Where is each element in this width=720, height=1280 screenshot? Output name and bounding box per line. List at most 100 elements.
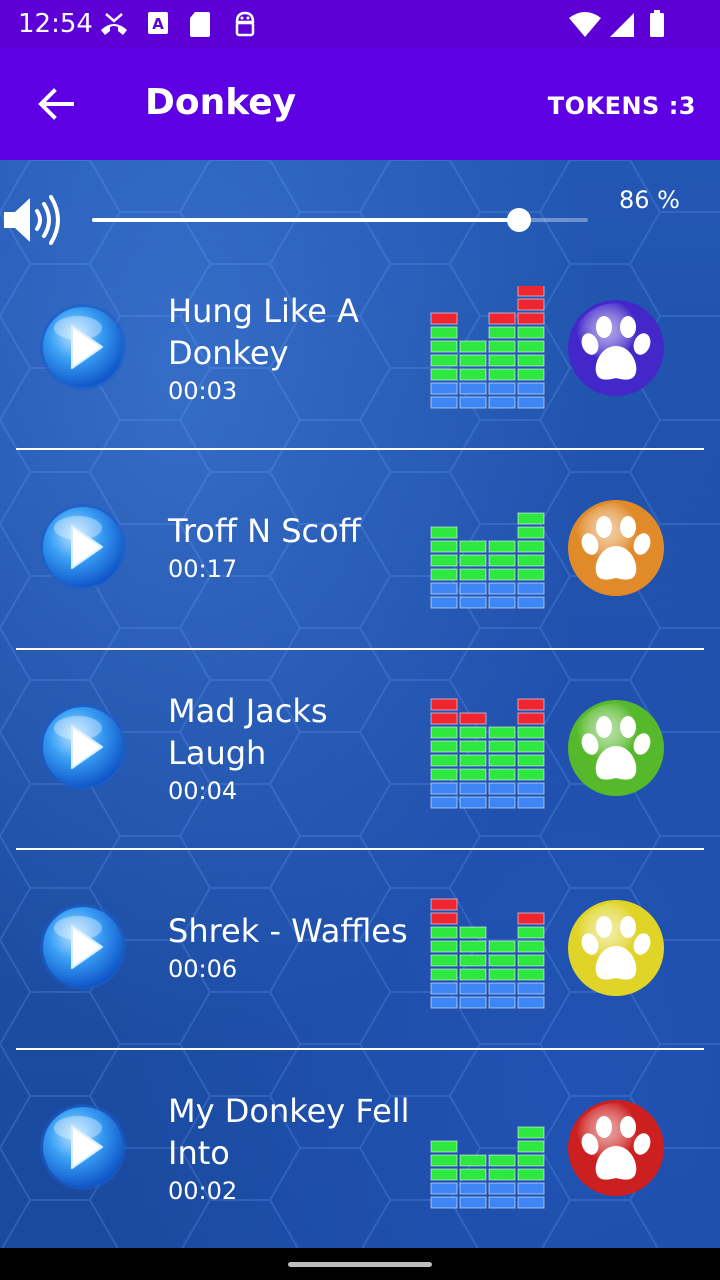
volume-slider-thumb[interactable] <box>506 208 531 232</box>
paw-icon[interactable] <box>566 498 666 598</box>
tokens-counter[interactable]: TOKENS :3 <box>548 92 696 120</box>
paw-icon[interactable] <box>566 698 666 798</box>
equalizer-segment <box>517 1126 545 1139</box>
navigation-bar <box>0 1248 720 1280</box>
equalizer-segment <box>459 754 487 767</box>
equalizer-segment <box>488 940 516 953</box>
equalizer-segment <box>459 740 487 753</box>
equalizer-segment <box>517 540 545 553</box>
equalizer-segment <box>517 1154 545 1167</box>
svg-text:A: A <box>152 15 164 33</box>
home-indicator[interactable] <box>288 1262 432 1267</box>
equalizer-segment <box>488 354 516 367</box>
equalizer-icon <box>430 898 545 1009</box>
equalizer-segment <box>517 912 545 925</box>
status-bar: 12:54 A <box>0 0 720 48</box>
equalizer-segment <box>488 796 516 809</box>
equalizer-segment <box>430 968 458 981</box>
equalizer-segment <box>517 968 545 981</box>
play-icon[interactable] <box>38 1102 128 1192</box>
equalizer-segment <box>488 596 516 609</box>
equalizer-segment <box>517 726 545 739</box>
equalizer-segment <box>459 782 487 795</box>
equalizer-segment <box>517 768 545 781</box>
equalizer-segment <box>517 954 545 967</box>
equalizer-segment <box>488 768 516 781</box>
volume-slider[interactable] <box>92 208 588 232</box>
equalizer-segment <box>459 1196 487 1209</box>
sound-duration: 00:04 <box>168 777 238 805</box>
status-system-icons <box>568 10 668 40</box>
equalizer-segment <box>430 996 458 1009</box>
equalizer-segment <box>430 726 458 739</box>
equalizer-segment <box>488 540 516 553</box>
play-icon[interactable] <box>38 902 128 992</box>
sound-info: Troff N Scoff 00:17 <box>168 510 428 584</box>
sound-duration: 00:03 <box>168 377 238 405</box>
text-a-icon: A <box>148 12 168 34</box>
sd-card-icon <box>190 12 210 37</box>
equalizer-segment <box>488 1182 516 1195</box>
sound-list-item: Hung Like A Donkey 00:03 <box>0 250 720 450</box>
equalizer-segment <box>459 1168 487 1181</box>
play-icon[interactable] <box>38 302 128 392</box>
equalizer-segment <box>517 982 545 995</box>
equalizer-segment <box>430 582 458 595</box>
equalizer-segment <box>517 1182 545 1195</box>
play-icon[interactable] <box>38 702 128 792</box>
equalizer-segment <box>430 554 458 567</box>
paw-icon[interactable] <box>566 1098 666 1198</box>
play-icon[interactable] <box>38 502 128 592</box>
equalizer-segment <box>459 1182 487 1195</box>
signal-icon <box>610 13 634 37</box>
equalizer-segment <box>459 982 487 995</box>
sound-info: My Donkey Fell Into 00:02 <box>168 1090 428 1206</box>
equalizer-segment <box>517 754 545 767</box>
equalizer-segment <box>517 340 545 353</box>
equalizer-segment <box>430 568 458 581</box>
paw-icon[interactable] <box>566 898 666 998</box>
equalizer-segment <box>430 596 458 609</box>
equalizer-segment <box>430 740 458 753</box>
equalizer-segment <box>459 368 487 381</box>
equalizer-segment <box>517 996 545 1009</box>
equalizer-segment <box>459 354 487 367</box>
equalizer-segment <box>430 354 458 367</box>
equalizer-segment <box>488 982 516 995</box>
equalizer-segment <box>488 382 516 395</box>
equalizer-segment <box>517 796 545 809</box>
equalizer-segment <box>459 340 487 353</box>
equalizer-segment <box>459 954 487 967</box>
equalizer-segment <box>488 326 516 339</box>
equalizer-segment <box>430 540 458 553</box>
sound-list-item: Troff N Scoff 00:17 <box>0 450 720 650</box>
sound-info: Shrek - Waffles 00:06 <box>168 910 428 984</box>
equalizer-segment <box>430 382 458 395</box>
sound-title: My Donkey Fell Into <box>168 1092 410 1172</box>
equalizer-segment <box>517 526 545 539</box>
sound-list-container[interactable]: 86 % Hung Like A Donkey 00:03 Troff N Sc… <box>0 160 720 1248</box>
equalizer-segment <box>488 340 516 353</box>
paw-icon[interactable] <box>566 298 666 398</box>
equalizer-icon <box>430 698 545 809</box>
equalizer-segment <box>517 596 545 609</box>
equalizer-segment <box>517 382 545 395</box>
equalizer-segment <box>430 326 458 339</box>
arrow-back-icon[interactable] <box>34 82 78 126</box>
equalizer-segment <box>430 954 458 967</box>
equalizer-segment <box>459 796 487 809</box>
equalizer-segment <box>488 368 516 381</box>
sound-info: Hung Like A Donkey 00:03 <box>168 290 428 406</box>
equalizer-segment <box>517 1168 545 1181</box>
equalizer-segment <box>459 1154 487 1167</box>
equalizer-segment <box>517 512 545 525</box>
speaker-icon[interactable] <box>2 190 62 250</box>
equalizer-segment <box>517 368 545 381</box>
equalizer-segment <box>488 1196 516 1209</box>
equalizer-segment <box>459 940 487 953</box>
page-title: Donkey <box>145 82 297 123</box>
equalizer-segment <box>488 968 516 981</box>
equalizer-segment <box>517 1140 545 1153</box>
equalizer-segment <box>488 954 516 967</box>
equalizer-segment <box>430 782 458 795</box>
